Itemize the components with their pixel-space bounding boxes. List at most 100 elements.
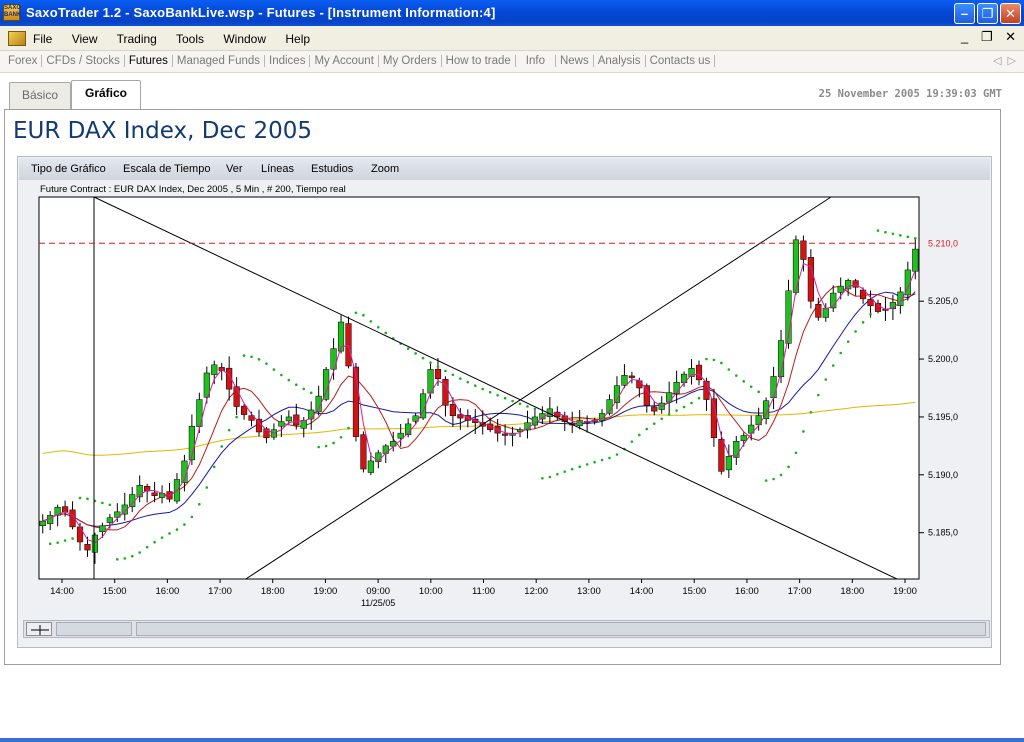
candle-body (382, 445, 389, 454)
document-icon[interactable] (8, 31, 26, 46)
candle-body (845, 280, 852, 290)
sar-dot (600, 458, 604, 462)
nav-scroll-right-icon[interactable]: ▷ (1008, 55, 1016, 67)
candle-body (718, 439, 725, 472)
menu-view[interactable]: View (72, 32, 98, 46)
nav-my-orders[interactable]: My Orders (378, 55, 442, 67)
sar-dot (734, 374, 738, 377)
sar-dot (578, 465, 581, 469)
nav-info[interactable]: Info (515, 55, 556, 67)
nav-cfds-stocks[interactable]: CFDs / Stocks (42, 55, 125, 67)
sar-dot (287, 378, 291, 382)
nav-contacts-us[interactable]: Contacts us (645, 55, 716, 67)
menu-trading[interactable]: Trading (117, 32, 157, 46)
sar-dot (541, 476, 544, 480)
sar-dot (257, 358, 261, 361)
timestamp: 25 November 2005 19:39:03 GMT (818, 88, 1002, 100)
candle-body (47, 515, 54, 525)
sar-dot (130, 554, 134, 558)
sar-dot (56, 541, 59, 544)
sar-dot (705, 357, 708, 361)
sar-dot (86, 497, 89, 501)
nav-managed-funds[interactable]: Managed Funds (172, 55, 266, 67)
nav-forex[interactable]: Forex (4, 55, 43, 67)
x-tick-label: 17:00 (208, 586, 232, 597)
menu-bar: File View Trading Tools Window Help _ ❐ … (0, 26, 1024, 51)
sar-dot (772, 477, 775, 481)
candle-body (628, 375, 635, 378)
nav-my-account[interactable]: My Account (310, 55, 379, 67)
sar-dot (518, 402, 522, 406)
chart-panel: EUR DAX Index, Dec 2005 Tipo de Gráfico … (4, 109, 1001, 665)
main-menu: File View Trading Tools Window Help (33, 32, 326, 46)
menu-tools[interactable]: Tools (176, 32, 204, 46)
sar-dot (511, 399, 514, 403)
sar-dot (757, 390, 760, 394)
x-tick-label: 19:00 (893, 586, 917, 597)
candle-body (912, 248, 919, 272)
sar-dot (429, 361, 432, 364)
candle-body (255, 418, 263, 433)
candle-body (99, 525, 106, 532)
restore-icon[interactable]: ❐ (977, 3, 998, 24)
nav-links: Forex CFDs / Stocks Futures Managed Funds In… (4, 55, 716, 67)
sar-dot (481, 387, 485, 391)
price-chart[interactable]: 5.210,0 5.185,0 5.190,0 5.195,0 5.200,0 5.20… (18, 157, 993, 619)
sar-dot (63, 539, 67, 542)
sar-dot (220, 445, 224, 448)
sar-dot (690, 401, 693, 405)
nav-how-to-trade[interactable]: How to trade (441, 55, 516, 67)
mdi-minimize-icon[interactable]: _ (961, 29, 968, 44)
nav-scroll-left-icon[interactable]: ◁ (993, 55, 1001, 67)
nav-scroll-arrows: ◁ ▷ (993, 54, 1016, 67)
nav-news[interactable]: News (555, 55, 594, 67)
candle-body (434, 368, 442, 379)
candle-body (367, 460, 374, 473)
candle-body (502, 433, 509, 436)
candle-body (643, 385, 650, 406)
status-segment (56, 622, 132, 636)
sar-dot (712, 358, 716, 362)
x-tick-label: 15:00 (682, 586, 706, 597)
sar-dot (444, 369, 447, 373)
nav-indices[interactable]: Indices (265, 55, 311, 67)
mdi-controls: _ ❐ ✕ (952, 29, 1016, 45)
sar-dot (638, 433, 641, 437)
y-tick-label: 5.185,0 (928, 528, 958, 538)
sar-dot (235, 415, 238, 419)
tab-grafico[interactable]: Gráfico (71, 80, 141, 109)
sar-dot (727, 368, 731, 371)
saxotrader-app-icon[interactable]: SAXO BANK (3, 4, 21, 21)
sar-dot (377, 325, 380, 329)
nav-futures[interactable]: Futures (124, 55, 173, 67)
nav-analysis[interactable]: Analysis (593, 55, 646, 67)
sar-dot (421, 356, 425, 360)
crosshair-icon[interactable] (26, 622, 52, 636)
mdi-close-icon[interactable]: ✕ (1005, 29, 1016, 44)
menu-help[interactable]: Help (285, 32, 310, 46)
status-segment-wide (136, 622, 986, 636)
candle-body (323, 369, 330, 400)
candle-body (211, 364, 218, 375)
sar-dot (682, 405, 686, 409)
x-tick-label: 16:00 (735, 586, 759, 597)
sar-dot (190, 515, 194, 519)
sar-dot (414, 352, 417, 355)
candle-body (807, 257, 814, 302)
sar-dot (212, 465, 216, 469)
sar-dot (891, 232, 895, 236)
minimize-icon[interactable]: – (954, 3, 975, 24)
sar-dot (145, 545, 149, 549)
sar-dot (153, 540, 156, 544)
sar-dot (451, 373, 455, 377)
mdi-restore-icon[interactable]: ❐ (981, 29, 993, 44)
sar-dot (779, 473, 783, 477)
menu-window[interactable]: Window (223, 32, 266, 46)
candle-body (293, 414, 300, 426)
sar-dot (198, 502, 201, 506)
menu-file[interactable]: File (33, 32, 52, 46)
candle-body (576, 420, 583, 427)
close-icon[interactable]: ✕ (1000, 3, 1021, 24)
tab-basico[interactable]: Básico (9, 82, 71, 109)
x-tick-label: 13:00 (577, 586, 601, 597)
